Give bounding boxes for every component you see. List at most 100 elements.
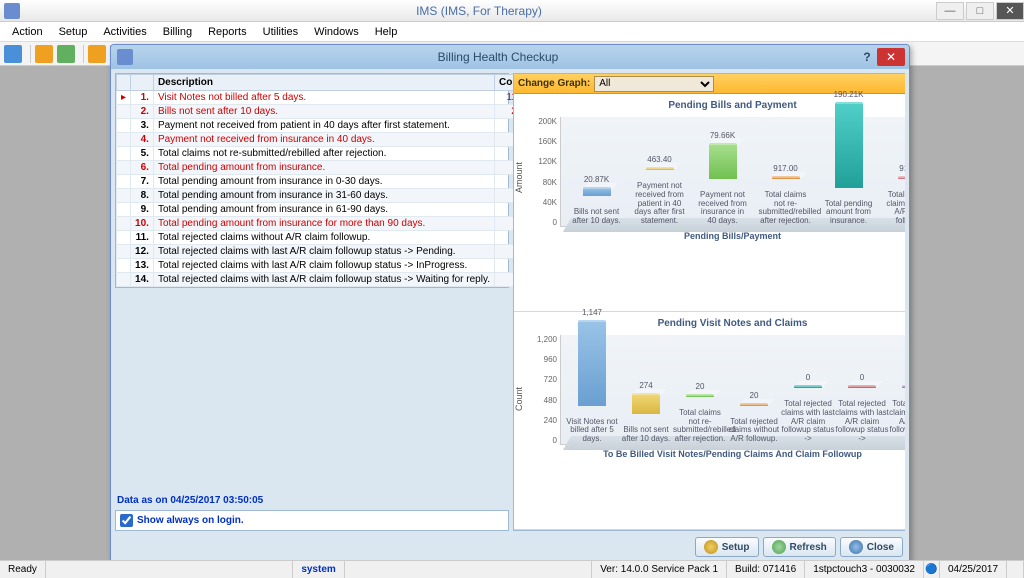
bar-value: 20.87K (584, 175, 609, 184)
status-host: 1stpctouch3 - 0030032 (805, 561, 924, 578)
chart-bar[interactable]: 0 Total rejected claims with last A/R cl… (835, 385, 889, 444)
y-axis-ticks: 200K160K120K80K40K0 (518, 117, 560, 227)
chart-bar[interactable]: 917.00 Total claims not re-submitted/reb… (754, 176, 817, 226)
menu-setup[interactable]: Setup (51, 24, 96, 40)
chart-bar[interactable]: 79.66K Payment not received from insuran… (691, 143, 754, 226)
data-as-of: Data as on 04/25/2017 03:50:05 (115, 491, 509, 510)
bar-value: 917.00 (773, 164, 797, 173)
show-always-input[interactable] (120, 514, 133, 527)
row-marker (117, 133, 131, 147)
statusbar: Ready system Ver: 14.0.0 Service Pack 1 … (0, 560, 1024, 578)
chart-bar[interactable]: 190.21K Total pending amount from insura… (817, 102, 880, 226)
refresh-button[interactable]: Refresh (763, 537, 836, 557)
row-number: 7. (131, 175, 154, 189)
bar-value: 917.00 (899, 164, 905, 173)
row-desc: Bills not sent after 10 days. (153, 105, 494, 119)
toolbar-icon-2[interactable] (35, 45, 53, 63)
menu-reports[interactable]: Reports (200, 24, 255, 40)
status-ready: Ready (0, 561, 46, 578)
row-desc: Total rejected claims with last A/R clai… (153, 259, 494, 273)
change-graph-select[interactable]: All (594, 76, 714, 92)
chart-bar[interactable]: 0 Total rejected claims with last A/R cl… (781, 385, 835, 444)
row-desc: Visit Notes not billed after 5 days. (153, 91, 494, 105)
row-desc: Total claims not re-submitted/rebilled a… (153, 147, 494, 161)
help-button[interactable]: ? (857, 50, 877, 64)
menubar: ActionSetupActivitiesBillingReportsUtili… (0, 22, 1024, 42)
menu-utilities[interactable]: Utilities (255, 24, 306, 40)
bar-label: Payment not received from insurance in 4… (696, 191, 750, 226)
row-marker (117, 105, 131, 119)
row-number: 14. (131, 273, 154, 287)
bar-label: Total rejected claims with last A/R clai… (889, 400, 905, 444)
close-button[interactable]: ✕ (996, 2, 1024, 20)
close-button[interactable]: Close (840, 537, 903, 557)
row-desc: Total rejected claims with last A/R clai… (153, 245, 494, 259)
row-marker (117, 189, 131, 203)
bar-label: Total rejected claims with last A/R clai… (835, 400, 889, 444)
chart-bar[interactable]: 274 Bills not sent after 10 days. (619, 393, 673, 444)
row-number: 11. (131, 231, 154, 245)
app-icon (4, 3, 20, 19)
bar-value: 463.40 (647, 155, 671, 164)
row-desc: Total pending amount from insurance for … (153, 217, 494, 231)
chart-bar[interactable]: 20 Total rejected claims without A/R fol… (727, 403, 781, 444)
show-always-label: Show always on login. (137, 515, 244, 526)
col-description[interactable]: Description (153, 75, 494, 91)
menu-billing[interactable]: Billing (155, 24, 200, 40)
bar-label: Total rejected claims without A/R follow… (727, 418, 781, 444)
minimize-button[interactable]: — (936, 2, 964, 20)
toolbar-icon-3[interactable] (57, 45, 75, 63)
menu-activities[interactable]: Activities (95, 24, 154, 40)
setup-button[interactable]: Setup (695, 537, 759, 557)
toolbar-icon-1[interactable] (4, 45, 22, 63)
row-number: 4. (131, 133, 154, 147)
chart-bar[interactable]: 20 Total claims not re-submitted/rebille… (673, 394, 727, 444)
row-number: 13. (131, 259, 154, 273)
menu-windows[interactable]: Windows (306, 24, 367, 40)
menu-action[interactable]: Action (4, 24, 51, 40)
row-desc: Payment not received from patient in 40 … (153, 119, 494, 133)
maximize-button[interactable]: □ (966, 2, 994, 20)
row-desc: Total pending amount from insurance. (153, 161, 494, 175)
chart-bar[interactable]: 0 Total rejected claims with last A/R cl… (889, 385, 905, 444)
bar-value: 274 (639, 381, 652, 390)
row-marker (117, 259, 131, 273)
row-number: 3. (131, 119, 154, 133)
chart-bar[interactable]: 20.87K Bills not sent after 10 days. (565, 187, 628, 226)
status-version: Ver: 14.0.0 Service Pack 1 (592, 561, 727, 578)
show-always-checkbox[interactable]: Show always on login. (115, 510, 509, 531)
bar-value: 20 (696, 382, 705, 391)
bar-label: Total claims not re-submitted/rebilled a… (673, 409, 727, 444)
row-marker (117, 245, 131, 259)
row-marker (117, 147, 131, 161)
row-number: 1. (131, 91, 154, 105)
bar-label: Total pending amount from insurance. (822, 200, 876, 226)
toolbar-sep (83, 45, 84, 63)
row-marker (117, 231, 131, 245)
row-number: 2. (131, 105, 154, 119)
chart-bar[interactable]: 1,147 Visit Notes not billed after 5 day… (565, 320, 619, 444)
row-number: 5. (131, 147, 154, 161)
dialog-icon (117, 49, 133, 65)
toolbar-icon-4[interactable] (88, 45, 106, 63)
bar-label: Visit Notes not billed after 5 days. (565, 418, 619, 444)
status-build: Build: 071416 (727, 561, 805, 578)
chart-bar[interactable]: 917.00 Total rejected claims without A/R… (880, 176, 905, 226)
chart-bar[interactable]: 463.40 Payment not received from patient… (628, 167, 691, 226)
menu-help[interactable]: Help (367, 24, 406, 40)
row-desc: Total rejected claims with last A/R clai… (153, 273, 494, 287)
billing-health-dialog: Billing Health Checkup ? ✕ Description (110, 44, 910, 564)
dialog-close-button[interactable]: ✕ (877, 48, 905, 66)
row-number: 6. (131, 161, 154, 175)
dialog-titlebar: Billing Health Checkup ? ✕ (111, 45, 909, 69)
bar-value: 20 (750, 391, 759, 400)
bar-value: 0 (806, 373, 810, 382)
row-marker (117, 119, 131, 133)
row-number: 10. (131, 217, 154, 231)
dialog-title: Billing Health Checkup (139, 50, 857, 64)
resize-grip[interactable] (1007, 561, 1024, 578)
row-number: 12. (131, 245, 154, 259)
chart-plot: 1,147 Visit Notes not billed after 5 day… (560, 335, 905, 445)
row-marker (117, 175, 131, 189)
close-icon (849, 540, 863, 554)
